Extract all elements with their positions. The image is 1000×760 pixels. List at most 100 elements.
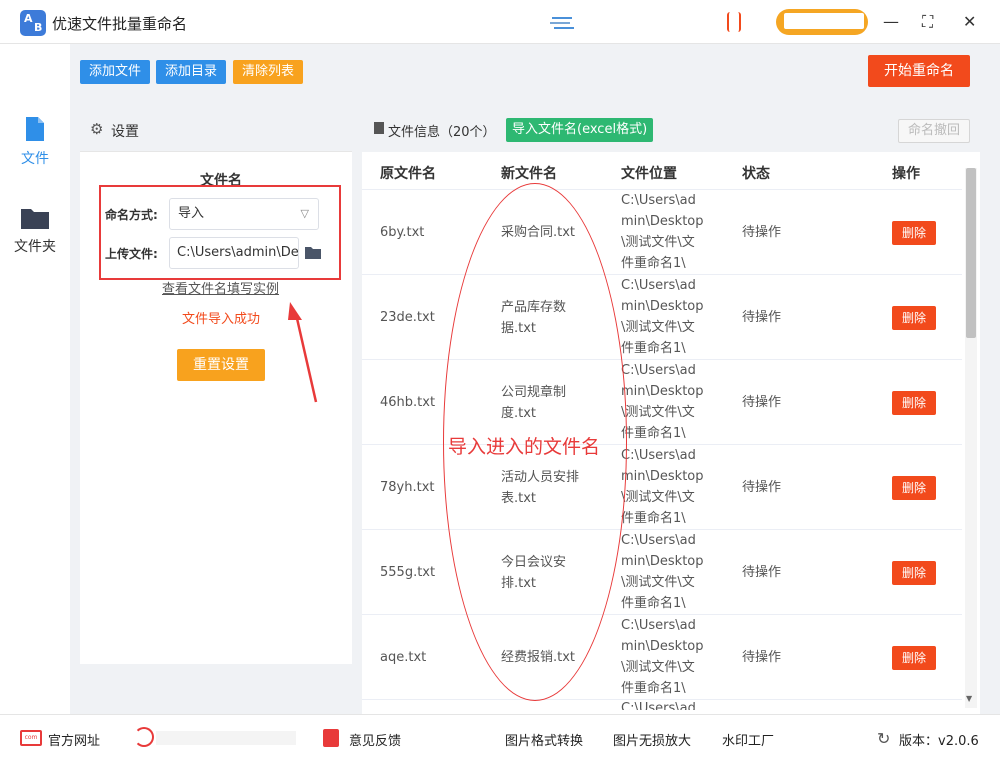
brand-mark-icon — [550, 17, 574, 29]
support-icon — [134, 727, 154, 747]
file-location-line: min\Desktop — [621, 214, 704, 229]
file-location-line: C:\Users\ad — [621, 618, 696, 633]
column-action: 操作 — [892, 166, 920, 182]
add-files-button[interactable]: 添加文件 — [80, 60, 150, 84]
feedback-icon — [323, 729, 339, 747]
website-icon: com — [20, 730, 42, 746]
status-text: 待操作 — [742, 650, 782, 665]
feedback-link[interactable]: 意见反馈 — [349, 730, 401, 749]
file-location-line: C:\Users\ad — [621, 278, 696, 293]
status-text: 待操作 — [742, 395, 782, 410]
file-location-line: 件重命名1\ — [621, 681, 686, 696]
sidebar-item-folder[interactable]: 文件夹 — [0, 206, 70, 256]
scroll-down-icon[interactable]: ▼ — [966, 694, 972, 703]
image-convert-link[interactable]: 图片格式转换 — [505, 730, 583, 749]
file-location-line: \测试文件\文 — [621, 320, 695, 335]
annotation-label: 导入进入的文件名 — [448, 436, 601, 458]
add-folder-button[interactable]: 添加目录 — [156, 60, 226, 84]
title-bar: A B 优速文件批量重命名 — ⛶ ✕ — [0, 0, 1000, 44]
file-location: C:\Users\ad min\Desktop \测试文件\文 件重命名1\ — [621, 615, 709, 699]
file-location: C:\Users\ad min\Desktop \测试文件\文 件重命名1\ — [621, 445, 709, 529]
original-filename: 555g.txt — [380, 565, 436, 580]
delete-button[interactable]: 删除 — [892, 646, 936, 670]
app-logo-icon: A B — [20, 10, 46, 36]
watermark-link[interactable]: 水印工厂 — [722, 730, 774, 749]
file-location-line: C:\Users\ad — [621, 448, 696, 463]
table-row: 6by.txt 采购合同.txt C:\Users\ad min\Desktop \测试… — [362, 190, 962, 275]
file-location-line: 件重命名1\ — [621, 341, 686, 356]
document-icon — [374, 122, 384, 134]
column-status: 状态 — [742, 166, 770, 182]
refresh-icon: ↻ — [877, 729, 891, 748]
file-location-line: min\Desktop — [621, 469, 704, 484]
file-location-line: C:\Users\ad — [621, 193, 696, 208]
file-location: C:\Users\ad min\Desktop \测试文件\文 件重命名1\ — [621, 360, 709, 444]
footer: com 官方网址 意见反馈 图片格式转换 图片无损放大 水印工厂 ↻ 版本：v2… — [0, 714, 1000, 760]
file-location-line: \测试文件\文 — [621, 235, 695, 250]
undo-rename-button[interactable]: 命名撤回 — [898, 119, 970, 143]
notification-icon[interactable] — [727, 12, 741, 32]
status-text: 待操作 — [742, 565, 782, 580]
version-label: 版本：v2.0.6 — [899, 734, 979, 749]
settings-title: 设置 — [111, 124, 139, 140]
table-scrollbar[interactable] — [965, 168, 977, 708]
image-enlarge-link[interactable]: 图片无损放大 — [613, 730, 691, 749]
import-excel-button[interactable]: 导入文件名(excel格式) — [506, 118, 654, 142]
folder-icon — [21, 209, 49, 229]
file-location-line: \测试文件\文 — [621, 660, 695, 675]
status-text: 待操作 — [742, 480, 782, 495]
website-link[interactable]: 官方网址 — [48, 730, 100, 749]
gear-icon: ⚙ — [90, 120, 104, 138]
file-location-line: 件重命名1\ — [621, 596, 686, 611]
file-location-line: min\Desktop — [621, 299, 704, 314]
file-location-line: 件重命名1\ — [621, 511, 686, 526]
delete-button[interactable]: 删除 — [892, 561, 936, 585]
scrollbar-thumb[interactable] — [966, 168, 976, 338]
sidebar: 文件 文件夹 — [0, 44, 70, 714]
file-location: C:\Users\ad min\Desktop \测试文件\文 件重命名1\ — [621, 275, 709, 359]
column-original-name: 原文件名 — [380, 166, 436, 182]
partial-row-location: C:\Users\ad — [621, 701, 696, 710]
table-row: aqe.txt 经费报销.txt C:\Users\ad min\Desktop \测试… — [362, 615, 962, 700]
file-location-line: C:\Users\ad — [621, 363, 696, 378]
support-mask — [156, 731, 296, 745]
start-rename-button[interactable]: 开始重命名 — [868, 55, 970, 87]
import-status-message: 文件导入成功 — [182, 312, 261, 327]
annotation-arrow — [288, 302, 318, 403]
file-location-line: min\Desktop — [621, 384, 704, 399]
minimize-button[interactable]: — — [883, 12, 899, 32]
clear-list-button[interactable]: 清除列表 — [233, 60, 303, 84]
original-filename: aqe.txt — [380, 650, 427, 665]
close-button[interactable]: ✕ — [963, 12, 976, 32]
file-location-line: 件重命名1\ — [621, 256, 686, 271]
delete-button[interactable]: 删除 — [892, 306, 936, 330]
toolbar: 添加文件 添加目录 清除列表 开始重命名 — [70, 44, 1000, 98]
settings-header: ⚙ 设置 — [80, 108, 352, 152]
file-panel-header: 文件信息（20个） 导入文件名(excel格式) 命名撤回 — [362, 108, 980, 152]
annotation-highlight-box — [99, 185, 341, 280]
file-location-line: min\Desktop — [621, 639, 704, 654]
user-account-pill[interactable] — [776, 9, 868, 35]
original-filename: 6by.txt — [380, 225, 425, 240]
column-location: 文件位置 — [621, 166, 677, 182]
sidebar-item-file[interactable]: 文件 — [0, 116, 70, 168]
column-new-name: 新文件名 — [501, 166, 557, 182]
file-location-line: min\Desktop — [621, 554, 704, 569]
original-filename: 46hb.txt — [380, 395, 436, 410]
file-location-line: \测试文件\文 — [621, 575, 695, 590]
file-location: C:\Users\ad min\Desktop \测试文件\文 件重命名1\ — [621, 530, 709, 614]
maximize-button[interactable]: ⛶ — [922, 12, 933, 32]
delete-button[interactable]: 删除 — [892, 476, 936, 500]
example-link[interactable]: 查看文件名填写实例 — [162, 278, 279, 297]
file-location-line: 件重命名1\ — [621, 426, 686, 441]
file-location-line: \测试文件\文 — [621, 490, 695, 505]
delete-button[interactable]: 删除 — [892, 391, 936, 415]
user-name-mask — [784, 13, 864, 29]
reset-settings-button[interactable]: 重置设置 — [177, 349, 265, 381]
app-title: 优速文件批量重命名 — [52, 15, 188, 33]
file-location-line: C:\Users\ad — [621, 533, 696, 548]
table-header: 原文件名 新文件名 文件位置 状态 操作 — [362, 152, 962, 190]
file-count-title: 文件信息（20个） — [388, 125, 496, 140]
status-text: 待操作 — [742, 310, 782, 325]
delete-button[interactable]: 删除 — [892, 221, 936, 245]
